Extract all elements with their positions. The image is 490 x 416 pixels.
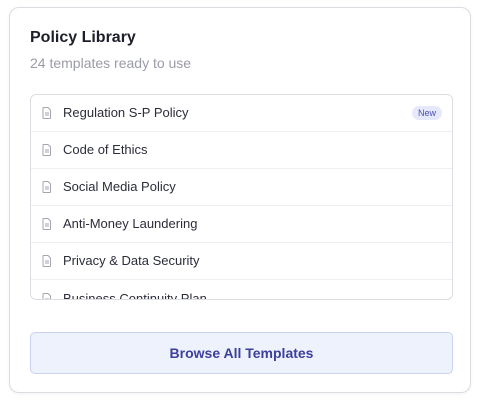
policy-library-card: Policy Library 24 templates ready to use… — [9, 7, 471, 393]
policy-item-regulation-s-p[interactable]: Regulation S-P Policy New — [31, 95, 452, 132]
policy-list: Regulation S-P Policy New Code of Ethics… — [31, 95, 452, 300]
policy-item-code-of-ethics[interactable]: Code of Ethics — [31, 132, 452, 169]
new-badge: New — [411, 106, 442, 120]
browse-all-templates-button[interactable]: Browse All Templates — [30, 332, 453, 374]
policy-item-privacy-data-security[interactable]: Privacy & Data Security — [31, 243, 452, 280]
policy-item-label: Social Media Policy — [63, 179, 176, 194]
policy-item-label: Privacy & Data Security — [63, 253, 200, 268]
document-icon — [42, 181, 52, 193]
policy-item-business-continuity[interactable]: Business Continuity Plan — [31, 280, 452, 300]
card-subtitle: 24 templates ready to use — [30, 55, 192, 71]
policy-item-label: Code of Ethics — [63, 142, 148, 157]
document-icon — [42, 292, 52, 299]
card-title: Policy Library — [30, 29, 136, 46]
policy-item-label: Regulation S-P Policy — [63, 105, 189, 120]
document-icon — [42, 107, 52, 119]
document-icon — [42, 255, 52, 267]
document-icon — [42, 144, 52, 156]
policy-item-label: Business Continuity Plan — [63, 290, 207, 300]
document-icon — [42, 218, 52, 230]
policy-item-label: Anti-Money Laundering — [63, 216, 198, 231]
policy-list-container[interactable]: Regulation S-P Policy New Code of Ethics… — [30, 94, 453, 300]
policy-item-anti-money-laundering[interactable]: Anti-Money Laundering — [31, 206, 452, 243]
policy-item-social-media[interactable]: Social Media Policy — [31, 169, 452, 206]
